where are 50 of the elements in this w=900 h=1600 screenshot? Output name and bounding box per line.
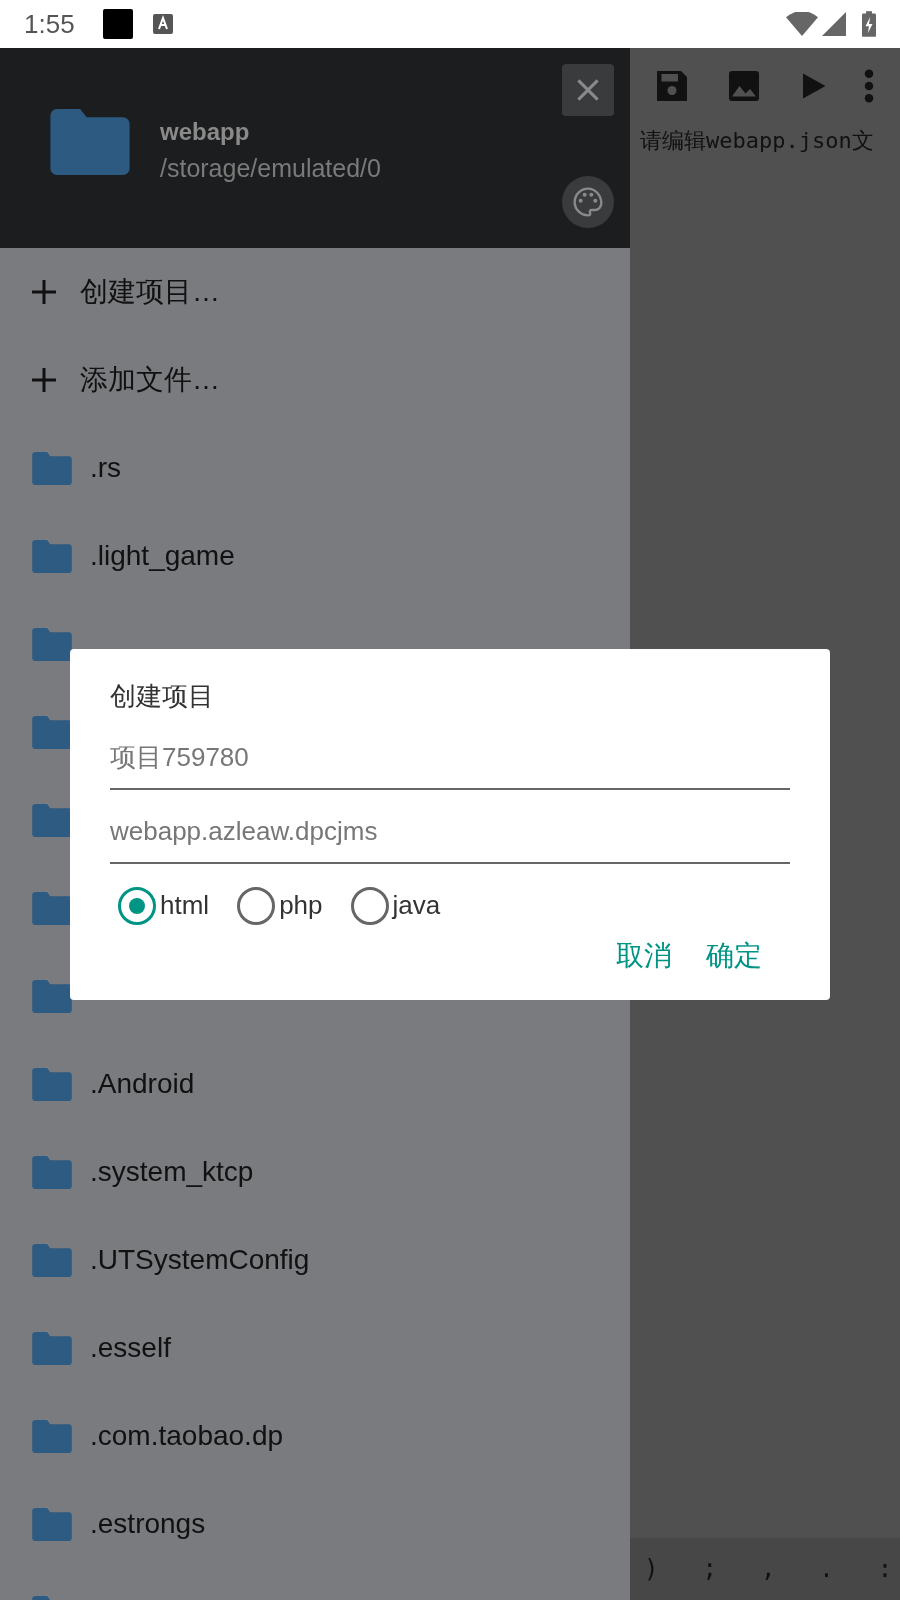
dialog-title: 创建项目 (110, 680, 215, 713)
input-field[interactable]: webapp.azleaw.dpcjms (110, 800, 790, 864)
palette-icon (572, 186, 604, 218)
folder-icon (32, 891, 72, 925)
menu-item[interactable]: 创建项目… (0, 248, 630, 336)
folder-icon (32, 979, 72, 1013)
input-field[interactable]: 项目759780 (110, 726, 790, 790)
folder-icon (32, 1331, 72, 1365)
image-icon[interactable] (726, 68, 762, 104)
folder-item[interactable]: .rs (0, 424, 630, 512)
project-title: webapp (160, 117, 251, 147)
folder-icon (32, 1507, 72, 1541)
project-path: /storage/emulated/0 (160, 153, 381, 184)
close-icon (576, 78, 600, 102)
folder-item[interactable]: .system_ktcp (0, 1128, 630, 1216)
notification-icon (102, 9, 133, 39)
palette-button[interactable] (562, 176, 614, 228)
folder-icon (32, 1155, 72, 1189)
plus-icon (32, 368, 56, 392)
editor-text: 请编辑webapp.json文 (639, 127, 875, 155)
folder-item[interactable]: .light_game (0, 512, 630, 600)
save-icon[interactable] (654, 68, 690, 104)
folder-icon (32, 451, 72, 485)
close-button[interactable] (562, 64, 614, 116)
folder-icon (32, 627, 72, 661)
plus-icon (32, 280, 56, 304)
folder-item[interactable]: .Android (0, 1040, 630, 1128)
dialog-button[interactable]: 取消 (616, 935, 672, 977)
text-icon (152, 14, 173, 34)
folder-icon (32, 803, 72, 837)
folder-icon (48, 109, 132, 175)
folder-item[interactable]: .com.taobao.dp (0, 1392, 630, 1480)
folder-item[interactable]: .esself (0, 1304, 630, 1392)
folder-icon (32, 1243, 72, 1277)
status-time: 1:55 (24, 7, 75, 41)
dialog-button[interactable]: 确定 (706, 935, 762, 977)
folder-icon (32, 539, 72, 573)
folder-icon (32, 715, 72, 749)
folder-item[interactable]: .estrongs (0, 1480, 630, 1568)
folder-icon (32, 1419, 72, 1453)
radio-option[interactable]: html (118, 886, 210, 925)
radio-option[interactable]: java (350, 886, 441, 925)
wifi-icon (786, 12, 818, 36)
folder-item[interactable]: .UTSystemConfig (0, 1216, 630, 1304)
radio-option[interactable]: php (237, 886, 323, 925)
folder-icon (32, 1067, 72, 1101)
battery-icon (862, 11, 876, 37)
more-icon[interactable] (864, 69, 874, 103)
menu-item[interactable]: 添加文件… (0, 336, 630, 424)
signal-icon (822, 12, 846, 36)
